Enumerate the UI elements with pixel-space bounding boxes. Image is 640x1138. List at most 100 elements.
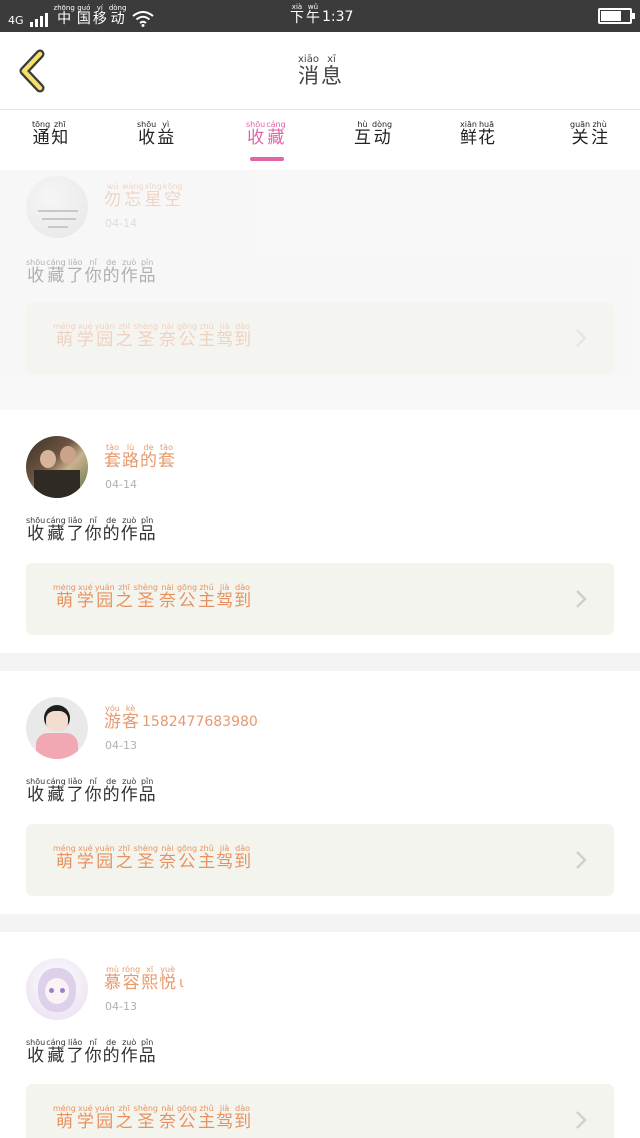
ruby-char: pǐn 品 [139,1038,156,1065]
ruby-char: nài 奈 [159,844,176,871]
hanzi: 的 [140,451,157,471]
hanzi: 消 [298,64,319,88]
hanzi: 关 [571,128,589,148]
chevron-right-icon [576,590,587,608]
work-card[interactable]: méng 萌 xué 学 yuán 园 zhī 之 shèng 圣 nài 奈 gōng 公 zhǔ 主 jià… [26,1084,614,1138]
hanzi: 圣 [137,1112,155,1132]
ruby-char: mù 慕 [104,965,121,992]
ruby-char: liǎo 了 [67,777,84,804]
hanzi: 公 [178,1112,196,1132]
ruby-char: nǐ 你 [85,1038,102,1065]
tab-flowers[interactable]: xiān 鲜 huā 花 [460,120,495,147]
ruby-char: xiān 鲜 [460,120,477,147]
ruby-char: dào 到 [234,583,251,610]
ruby-char: shèng 圣 [134,583,158,610]
ruby-char: cáng 藏 [46,258,65,285]
hanzi: 品 [138,1046,156,1066]
ruby-char: xué 学 [77,844,94,871]
ruby-char: tōng 通 [32,120,50,147]
ruby-char: kōng 空 [163,182,183,209]
tab-following[interactable]: guān 关 zhù 注 [570,120,608,147]
list-item: yóu 游 kè 客 1582477683980 04-13 shōu 收 cáng 藏 liǎ… [0,671,640,914]
user-name[interactable]: wù 勿 wàng 忘 xīng 星 kōng 空 [104,182,182,209]
hanzi: 园 [96,330,114,350]
ruby-char: liǎo 了 [67,516,84,543]
tab-earnings[interactable]: shōu 收 yì 益 [137,120,174,147]
ruby-char: nài 奈 [159,1104,176,1131]
ruby-char: zuò 作 [121,777,138,804]
avatar[interactable] [26,958,88,1020]
hanzi: 收 [247,128,265,148]
hanzi: 路 [122,451,139,471]
hanzi: 奈 [158,330,176,350]
ruby-char: zhī 之 [116,583,133,610]
ruby-char: xià 下 [290,3,304,31]
hanzi: 动 [373,128,391,148]
user-name[interactable]: mù 慕 róng 容 xī 熙 yuè 悦 ι [104,965,184,992]
hanzi: 到 [234,852,252,872]
hanzi: 藏 [47,524,65,544]
ruby-char: yuán 园 [95,844,115,871]
avatar[interactable] [26,176,88,238]
chevron-right-icon [576,329,587,347]
ruby-char: zuò 作 [121,1038,138,1065]
hanzi: 作 [120,266,138,286]
ruby-char: tào 套 [104,443,121,470]
hanzi: 奈 [158,591,176,611]
hanzi: 知 [51,128,69,148]
ruby-char: cáng 藏 [266,120,285,147]
hanzi: 公 [178,591,196,611]
hanzi: 萌 [55,591,73,611]
hanzi: 公 [178,852,196,872]
ruby-char: shèng 圣 [134,1104,158,1131]
hanzi: 学 [76,852,94,872]
ruby-char: yí 移 [93,4,107,27]
hanzi: 之 [115,1112,133,1132]
ruby-char: dòng 动 [372,120,392,147]
hanzi: 收 [138,128,156,148]
ruby-char: de 的 [103,1038,120,1065]
ruby-char: xiāo 消 [298,54,319,87]
ruby-char: nài 奈 [159,322,176,349]
ruby-char: xī 息 [321,54,342,87]
ruby-char: zhōng 中 [54,4,75,27]
work-card[interactable]: méng 萌 xué 学 yuán 园 zhī 之 shèng 圣 nài 奈 gōng 公 zhǔ 主 jià… [26,824,614,896]
ruby-char: gōng 公 [177,844,197,871]
hanzi: 你 [84,1046,102,1066]
work-title: méng 萌 xué 学 yuán 园 zhī 之 shèng 圣 nài 奈 gōng 公 zhǔ 主 jià… [53,844,251,871]
hanzi: 奈 [158,852,176,872]
ruby-char: yuè 悦 [159,965,176,992]
tab-bar: tōng 通 zhī 知 shōu 收 yì 益 shōu 收 cáng 藏 hù 互 dòng 动 x… [0,110,640,170]
ruby-char: dào 到 [234,1104,251,1131]
work-card[interactable]: méng 萌 xué 学 yuán 园 zhī 之 shèng 圣 nài 奈 gōng 公 zhǔ 主 jià… [26,563,614,635]
ruby-char: huā 花 [478,120,495,147]
hanzi: 驾 [216,330,234,350]
hanzi: 作 [120,1046,138,1066]
hanzi: 驾 [216,852,234,872]
hanzi: 星 [144,190,162,210]
list-item: wù 勿 wàng 忘 xīng 星 kōng 空 04-14 shōu 收 cáng 藏 liǎo 了… [0,170,640,410]
hanzi: 套 [104,451,121,471]
user-name[interactable]: yóu 游 kè 客 1582477683980 [104,704,258,731]
hanzi: 驾 [216,591,234,611]
tab-notifications[interactable]: tōng 通 zhī 知 [32,120,68,147]
hanzi: 学 [76,1112,94,1132]
ruby-char: yuán 园 [95,1104,115,1131]
hanzi: 中 [57,11,72,27]
tab-favorites[interactable]: shōu 收 cáng 藏 [246,120,286,147]
avatar[interactable] [26,697,88,759]
avatar[interactable] [26,436,88,498]
ruby-char: liǎo 了 [67,1038,84,1065]
ruby-char: cáng 藏 [46,777,65,804]
hanzi: 了 [66,266,84,286]
hanzi: 动 [110,11,125,27]
message-date: 04-14 [105,217,137,230]
user-name[interactable]: tào 套 lù 路 de 的 tào 套 [104,443,175,470]
work-card[interactable]: méng 萌 xué 学 yuán 园 zhī 之 shèng 圣 nài 奈 gōng 公 zhǔ 主 jià… [26,302,614,374]
hanzi: 鲜 [460,128,477,148]
ruby-char: zhī 之 [116,1104,133,1131]
hanzi: 套 [158,451,175,471]
hanzi: 作 [120,785,138,805]
ruby-char: pǐn 品 [139,258,156,285]
tab-interactions[interactable]: hù 互 dòng 动 [354,120,392,147]
